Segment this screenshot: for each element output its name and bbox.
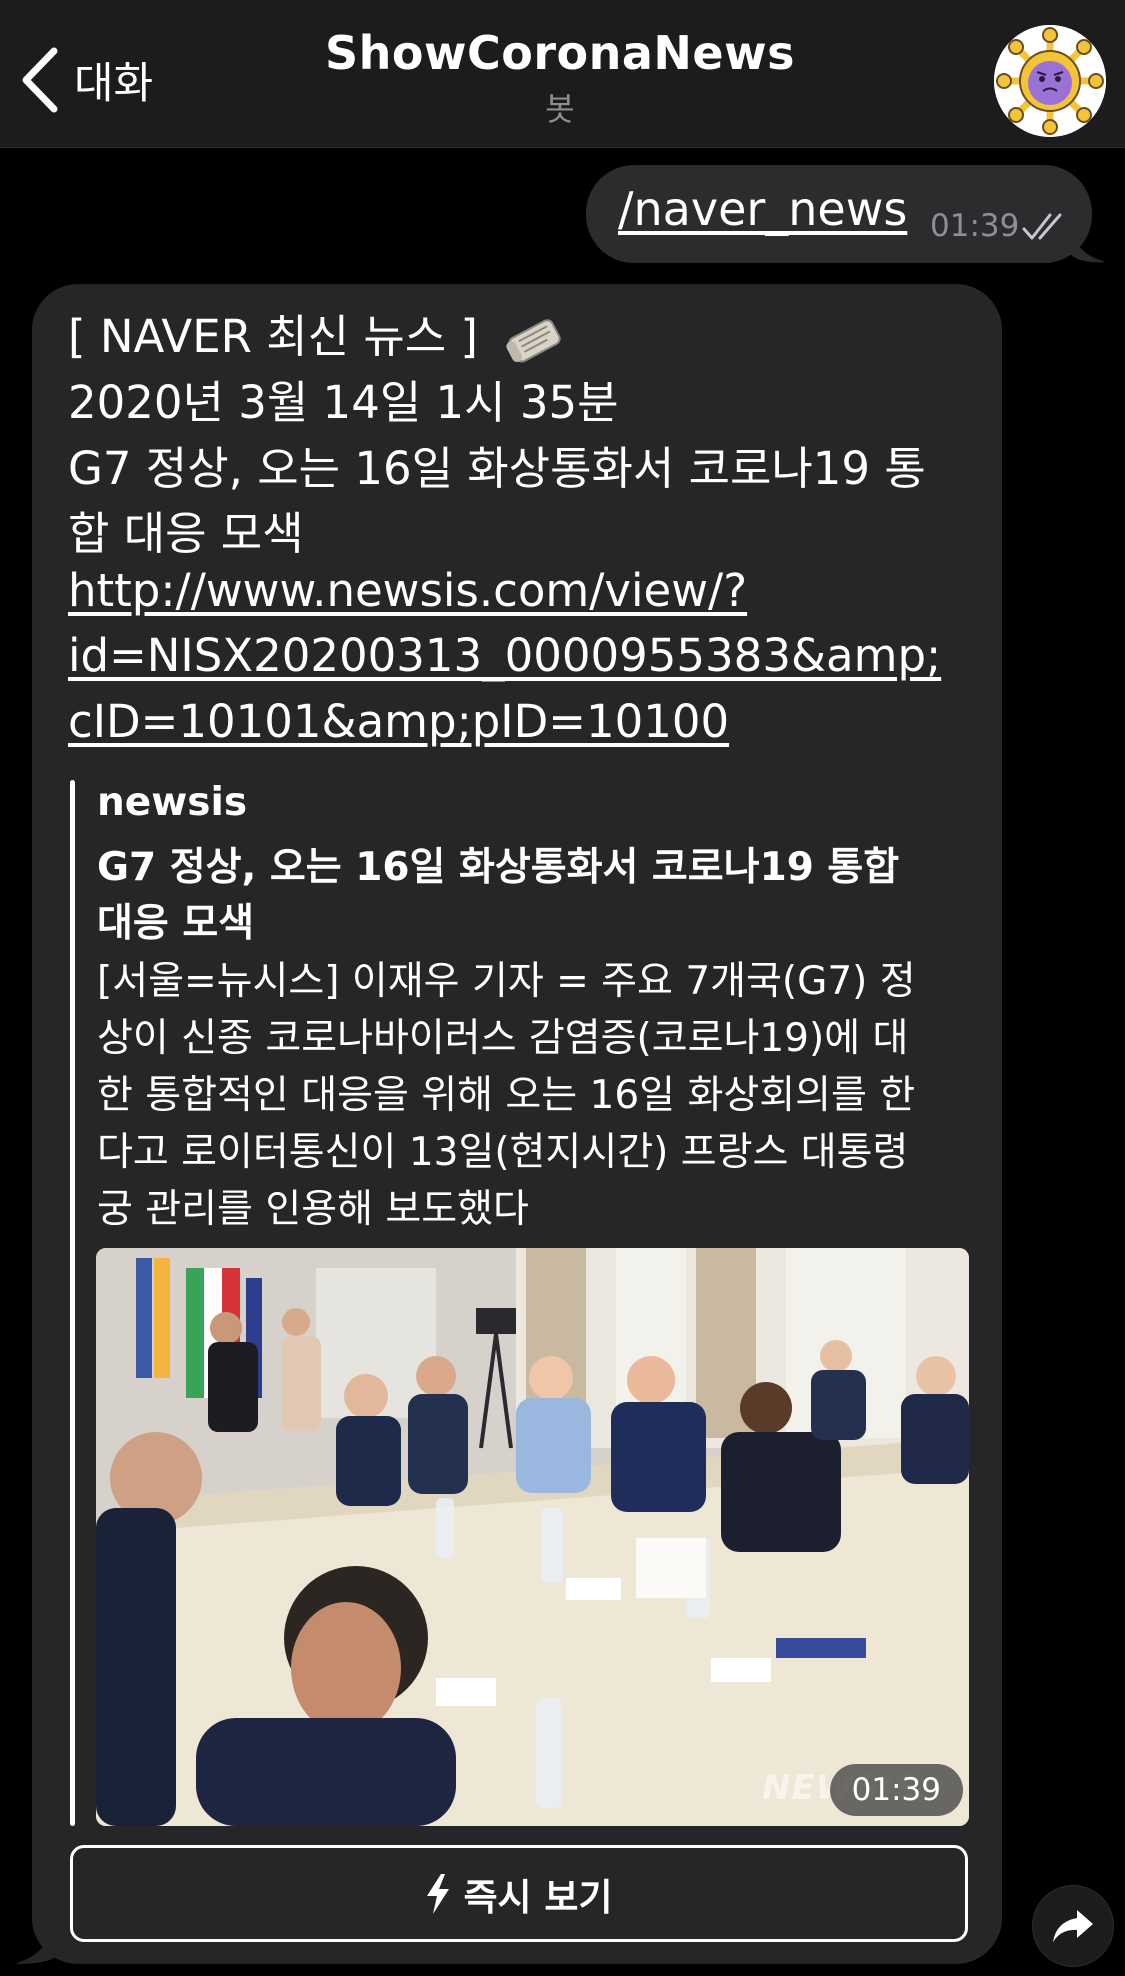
news-date: 2020년 3월 14일 1시 35분 — [68, 376, 619, 429]
preview-photo[interactable]: NEWSIS 01:39 — [96, 1248, 969, 1826]
news-headline-line: 합 대응 모색 — [68, 507, 304, 560]
meeting-photo — [96, 1248, 969, 1826]
news-url-line[interactable]: cID=10101&amp;pID=10100 — [68, 695, 729, 748]
news-headline-line: G7 정상, 오는 16일 화상통화서 코로나19 통 — [68, 442, 926, 495]
chat-title: ShowCoronaNews — [325, 26, 795, 80]
preview-description-line: 다고 로이터통신이 13일(현지시간) 프랑스 대통령 — [97, 1130, 909, 1175]
preview-description-line: 상이 신종 코로나바이러스 감염증(코로나19)에 대 — [97, 1016, 909, 1061]
back-button[interactable]: 대화 — [18, 40, 153, 120]
photo-time-badge: 01:39 — [829, 1764, 963, 1816]
lightning-bolt-icon — [427, 1873, 450, 1914]
news-url-line[interactable]: id=NISX20200313_0000955383&amp; — [68, 629, 941, 682]
preview-title-line: 대응 모색 — [97, 901, 255, 946]
newspaper-icon — [506, 319, 561, 363]
share-button[interactable] — [1032, 1885, 1114, 1967]
chat-title-area[interactable]: ShowCoronaNews 봇 — [260, 26, 860, 130]
news-header-line: [ NAVER 최신 뉴스 ] — [68, 300, 566, 368]
chevron-left-icon — [22, 47, 58, 113]
bubble-tail-icon — [14, 1924, 54, 1964]
preview-description-line: 한 통합적인 대응을 위해 오는 16일 화상회의를 한 — [97, 1073, 916, 1118]
chat-header: 대화 ShowCoronaNews 봇 — [0, 0, 1125, 148]
forward-arrow-icon — [1053, 1910, 1093, 1942]
message-time: 01:39 — [930, 208, 1020, 244]
command-link[interactable]: /naver_news — [618, 182, 907, 236]
back-label: 대화 — [74, 59, 154, 109]
preview-description-line: 궁 관리를 인용해 보도했다 — [97, 1187, 529, 1232]
news-url-line[interactable]: http://www.newsis.com/view/? — [68, 564, 747, 617]
bubble-tail-icon — [1070, 224, 1106, 263]
instant-view-button[interactable]: 즉시 보기 — [70, 1845, 968, 1942]
double-check-icon — [1022, 213, 1062, 240]
chat-screen: 대화 ShowCoronaNews 봇 /naver_news 01:39 [… — [0, 0, 1125, 1976]
news-header-text: [ NAVER 최신 뉴스 ] — [68, 310, 478, 363]
preview-description-line: [서울=뉴시스] 이재우 기자 = 주요 7개국(G7) 정 — [97, 959, 916, 1004]
chat-subtitle: 봇 — [545, 90, 575, 128]
virus-mascot-icon — [994, 25, 1106, 137]
bot-avatar[interactable] — [994, 25, 1106, 137]
preview-title-line: G7 정상, 오는 16일 화상통화서 코로나19 통합 — [97, 845, 900, 890]
preview-site-name: newsis — [97, 780, 248, 825]
preview-accent-bar — [70, 780, 75, 1826]
instant-view-label: 즉시 보기 — [463, 1875, 613, 1919]
